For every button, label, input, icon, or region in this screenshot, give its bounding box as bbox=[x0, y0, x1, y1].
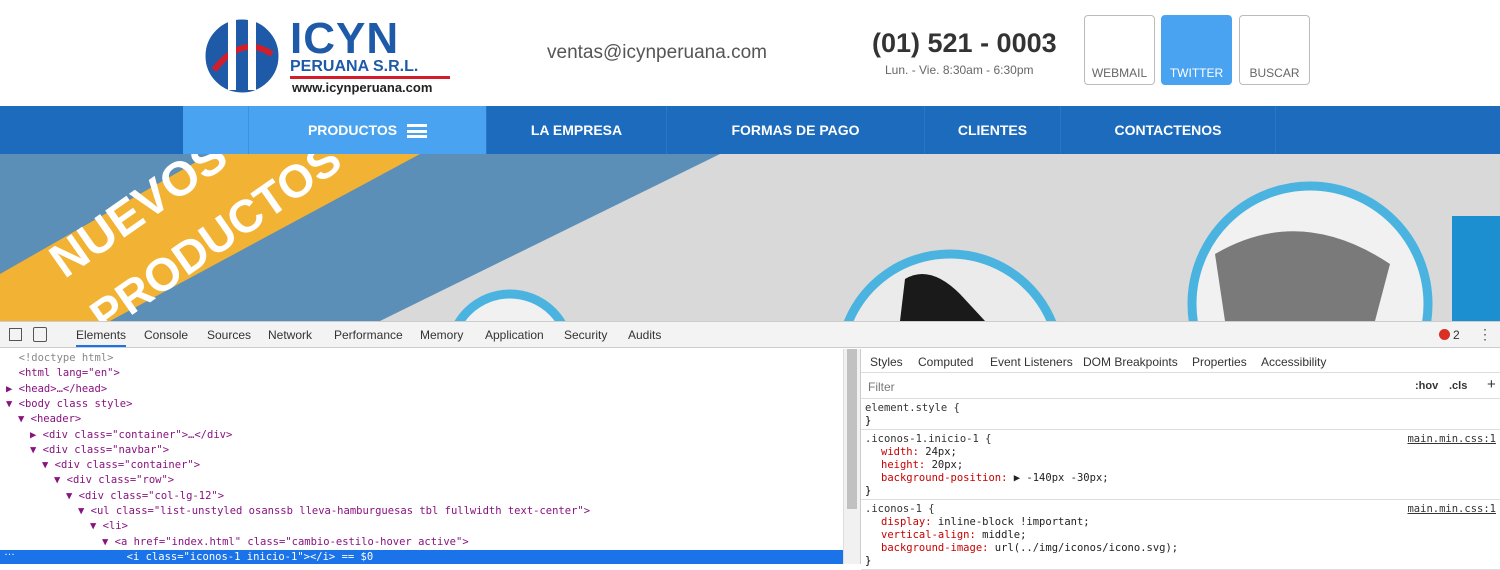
css-property-name: background-image: bbox=[881, 542, 995, 554]
tab-computed[interactable]: Computed bbox=[918, 355, 973, 369]
tab-network[interactable]: Network bbox=[268, 328, 312, 342]
dom-node-line[interactable]: ▼ <ul class="list-unstyled osanssb lleva… bbox=[0, 504, 590, 519]
css-property-name: display: bbox=[881, 516, 938, 528]
css-declaration[interactable]: background-position: ▶ -140px -30px; bbox=[881, 472, 1109, 485]
css-rule-close: } bbox=[865, 555, 872, 567]
css-property-value: middle; bbox=[982, 529, 1027, 541]
css-declaration[interactable]: display: inline-block !important; bbox=[881, 516, 1090, 529]
devtools-tabbar: Elements Console Sources Network Perform… bbox=[0, 322, 1500, 348]
search-button[interactable]: BUSCAR bbox=[1239, 15, 1310, 85]
site-header: ICYN PERUANA S.R.L. www.icynperuana.com … bbox=[0, 0, 1500, 106]
scrollbar-thumb[interactable] bbox=[847, 349, 857, 509]
dom-node-line[interactable]: ▼ <div class="navbar"> bbox=[0, 443, 169, 458]
styles-pane: Styles Computed Event Listeners DOM Brea… bbox=[860, 349, 1500, 570]
dom-node-line[interactable]: <html lang="en"> bbox=[0, 366, 120, 381]
css-rule-selector[interactable]: .iconos-1.inicio-1 { bbox=[865, 433, 991, 446]
main-nav: PRODUCTOS LA EMPRESA FORMAS DE PAGO CLIE… bbox=[0, 106, 1500, 154]
css-property-value: inline-block !important; bbox=[937, 516, 1090, 528]
nav-item-contactenos[interactable]: CONTACTENOS bbox=[1061, 106, 1276, 154]
dom-node-line[interactable]: ▼ <body class style> bbox=[0, 397, 132, 412]
inspect-element-icon[interactable] bbox=[9, 328, 22, 341]
tab-memory[interactable]: Memory bbox=[420, 328, 463, 342]
nav-item-productos[interactable]: PRODUCTOS bbox=[249, 106, 487, 154]
filter-input[interactable]: Filter bbox=[868, 380, 895, 394]
nav-item-label: PRODUCTOS bbox=[307, 122, 398, 138]
office-hours: Lun. - Vie. 8:30am - 6:30pm bbox=[885, 63, 1034, 77]
rule-divider bbox=[861, 499, 1500, 500]
nav-item-clientes[interactable]: CLIENTES bbox=[925, 106, 1061, 154]
dom-node-line[interactable]: ▼ <a href="index.html" class="cambio-est… bbox=[0, 535, 469, 550]
css-rule-selector[interactable]: element.style { bbox=[865, 402, 960, 415]
contact-email[interactable]: ventas@icynperuana.com bbox=[547, 42, 767, 64]
css-declaration[interactable]: background-image: url(../img/iconos/icon… bbox=[881, 542, 1178, 555]
css-rule-close: } bbox=[865, 415, 872, 427]
tab-accessibility[interactable]: Accessibility bbox=[1261, 355, 1326, 369]
hov-toggle[interactable]: :hov bbox=[1415, 380, 1438, 392]
add-rule-icon[interactable]: + bbox=[1487, 376, 1496, 393]
dom-node-line[interactable]: <i class="iconos-1 inicio-1"></i> == $0 bbox=[0, 549, 843, 564]
css-property-name: vertical-align: bbox=[881, 529, 983, 541]
css-property-name: width: bbox=[881, 446, 926, 458]
dom-node-line[interactable]: ▼ <div class="row"> bbox=[0, 473, 174, 488]
dom-node-line[interactable]: ▶ <head>…</head> bbox=[0, 382, 107, 397]
contact-phone: (01) 521 - 0003 bbox=[872, 28, 1057, 58]
more-options-icon[interactable]: ⋮ bbox=[1478, 326, 1492, 343]
tab-event-listeners[interactable]: Event Listeners bbox=[990, 355, 1073, 369]
dom-node-line[interactable]: <!doctype html> bbox=[0, 351, 114, 366]
selected-line-ellipsis[interactable]: … bbox=[4, 546, 15, 558]
cls-toggle[interactable]: .cls bbox=[1449, 380, 1467, 392]
logo-name: ICYN bbox=[290, 14, 400, 63]
tab-application[interactable]: Application bbox=[485, 328, 544, 342]
nav-item-la-empresa[interactable]: LA EMPRESA bbox=[487, 106, 667, 154]
css-property-value: ▶ -140px -30px; bbox=[1013, 472, 1109, 484]
devtools-panel: Elements Console Sources Network Perform… bbox=[0, 321, 1500, 570]
twitter-button[interactable]: TWITTER bbox=[1161, 15, 1232, 85]
elements-scrollbar[interactable] bbox=[843, 349, 860, 564]
dom-node-line[interactable]: ▼ <header> bbox=[0, 412, 81, 427]
css-property-name: height: bbox=[881, 459, 932, 471]
css-declaration[interactable]: width: 24px; bbox=[881, 446, 957, 459]
styles-tabbar: Styles Computed Event Listeners DOM Brea… bbox=[861, 349, 1500, 373]
error-count: 2 bbox=[1453, 328, 1460, 342]
css-property-value: 20px; bbox=[931, 459, 964, 471]
tab-audits[interactable]: Audits bbox=[628, 328, 661, 342]
tab-console[interactable]: Console bbox=[144, 328, 188, 342]
dom-node-line[interactable]: ▼ <div class="container"> bbox=[0, 458, 200, 473]
rule-divider bbox=[861, 429, 1500, 430]
logo-icon bbox=[202, 16, 282, 96]
css-rule-source-link[interactable]: main.min.css:1 bbox=[1407, 503, 1496, 515]
tab-elements[interactable]: Elements bbox=[76, 328, 127, 347]
css-rule-source-link[interactable]: main.min.css:1 bbox=[1407, 433, 1496, 445]
dom-node-line[interactable]: ▼ <div class="col-lg-12"> bbox=[0, 489, 224, 504]
css-property-name: background-position: bbox=[881, 472, 1014, 484]
css-declaration[interactable]: height: 20px; bbox=[881, 459, 963, 472]
css-rule-close: } bbox=[865, 485, 872, 497]
css-rule-selector[interactable]: .iconos-1 { bbox=[865, 503, 935, 516]
tab-security[interactable]: Security bbox=[564, 328, 607, 342]
webmail-button[interactable]: WEBMAIL bbox=[1084, 15, 1155, 85]
tab-dom-breakpoints[interactable]: DOM Breakpoints bbox=[1083, 355, 1178, 369]
hero-banner: NUEVOS PRODUCTOS bbox=[0, 154, 1500, 321]
website-viewport: ICYN PERUANA S.R.L. www.icynperuana.com … bbox=[0, 0, 1500, 321]
logo-subtitle: PERUANA S.R.L. bbox=[290, 58, 419, 75]
dom-node-line[interactable]: ▼ <li> bbox=[0, 519, 128, 534]
device-toolbar-icon[interactable] bbox=[33, 327, 47, 342]
logo-underline bbox=[290, 76, 450, 79]
nav-home-spacer[interactable] bbox=[183, 106, 249, 154]
elements-tree[interactable]: <!doctype html> <html lang="en"> ▶ <head>… bbox=[0, 349, 843, 564]
logo-url: www.icynperuana.com bbox=[292, 80, 433, 95]
hamburger-icon bbox=[407, 124, 428, 139]
error-icon[interactable] bbox=[1439, 329, 1450, 340]
css-declaration[interactable]: vertical-align: middle; bbox=[881, 529, 1026, 542]
tab-sources[interactable]: Sources bbox=[207, 328, 251, 342]
css-property-value: url(../img/iconos/icono.svg); bbox=[994, 542, 1179, 554]
nav-item-formas-de-pago[interactable]: FORMAS DE PAGO bbox=[667, 106, 925, 154]
tab-performance[interactable]: Performance bbox=[334, 328, 403, 342]
css-property-value: 24px; bbox=[925, 446, 957, 458]
dom-node-line[interactable]: ▶ <div class="container">…</div> bbox=[0, 428, 232, 443]
tab-styles[interactable]: Styles bbox=[870, 355, 903, 369]
styles-filter-bar: Filter :hov .cls + bbox=[861, 374, 1500, 399]
tab-properties[interactable]: Properties bbox=[1192, 355, 1247, 369]
